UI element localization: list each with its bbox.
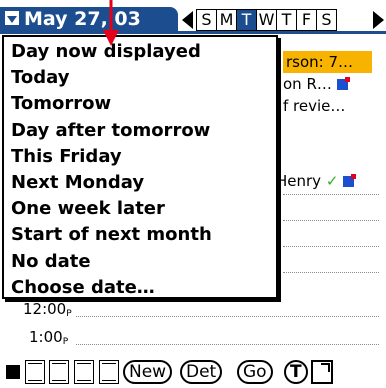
details-button[interactable]: Det <box>180 360 223 384</box>
annotation-arrow-icon <box>103 0 119 46</box>
weekday-sun[interactable]: S <box>196 9 217 31</box>
menu-item-day-now-displayed[interactable]: Day now displayed <box>11 39 276 65</box>
event-item[interactable]: on R… <box>283 73 350 95</box>
week-list-view-icon[interactable] <box>49 360 69 384</box>
menu-item-one-week-later[interactable]: One week later <box>11 196 276 222</box>
go-button[interactable]: Go <box>237 360 273 384</box>
menu-item-start-of-next-month[interactable]: Start of next month <box>11 222 276 248</box>
event-item[interactable]: f revie… <box>283 95 345 117</box>
time-text: 12:00 <box>23 300 67 318</box>
time-slot-line <box>283 194 379 195</box>
menu-item-choose-date[interactable]: Choose date… <box>11 275 276 301</box>
date-option-list: Day now displayed Today Tomorrow Day aft… <box>4 37 276 301</box>
event-text: on R… <box>283 75 332 93</box>
time-slot-line <box>76 316 379 317</box>
grid-lines <box>28 363 42 381</box>
menu-item-this-friday[interactable]: This Friday <box>11 144 276 170</box>
today-button[interactable]: T <box>284 360 308 384</box>
day-view-icon[interactable] <box>6 365 20 379</box>
time-slot-line <box>283 246 379 247</box>
weekday-selector: S M T W T F S <box>196 9 337 31</box>
menu-item-tomorrow[interactable]: Tomorrow <box>11 91 276 117</box>
note-icon[interactable] <box>311 360 333 384</box>
time-label-12pm[interactable]: 12:00P <box>23 300 72 319</box>
weekday-mon[interactable]: M <box>216 9 237 31</box>
note-icon[interactable] <box>343 174 357 187</box>
weekday-sat[interactable]: S <box>316 9 337 31</box>
time-suffix: P <box>66 309 72 319</box>
weekday-thu[interactable]: T <box>276 9 297 31</box>
agenda-view-icon[interactable] <box>99 360 119 384</box>
date-label: May 27, 03 <box>24 8 141 30</box>
month-view-icon[interactable] <box>74 360 94 384</box>
event-henry[interactable]: Henry ✓ <box>276 172 357 190</box>
menu-item-day-after-tomorrow[interactable]: Day after tomorrow <box>11 118 276 144</box>
time-label-1pm[interactable]: 1:00P <box>29 328 69 347</box>
weekday-fri[interactable]: F <box>296 9 317 31</box>
grid-lines <box>102 363 116 381</box>
grid-lines <box>77 363 91 381</box>
time-slot-line <box>283 220 379 221</box>
dropdown-icon <box>5 11 19 25</box>
time-slot-line <box>283 272 379 273</box>
next-week-arrow-icon[interactable] <box>373 11 384 29</box>
week-view-icon[interactable] <box>25 360 45 384</box>
weekday-tue-selected[interactable]: T <box>236 9 257 31</box>
note-icon[interactable] <box>336 77 350 90</box>
header-bar: May 27, 03 S M T W T F S <box>0 0 386 34</box>
time-suffix: P <box>62 337 69 347</box>
date-popup-menu: Day now displayed Today Tomorrow Day aft… <box>2 35 278 299</box>
header-divider <box>0 31 386 34</box>
menu-item-no-date[interactable]: No date <box>11 249 276 275</box>
new-button[interactable]: New <box>123 360 173 384</box>
previous-week-arrow-icon[interactable] <box>182 11 193 29</box>
event-highlighted[interactable]: rson: 7… <box>283 51 372 73</box>
checkmark-icon: ✓ <box>325 172 339 190</box>
time-text: 1:00 <box>29 328 63 346</box>
event-text: Henry <box>276 172 322 190</box>
weekday-wed[interactable]: W <box>256 9 277 31</box>
time-slot-line <box>76 344 379 345</box>
menu-item-next-monday[interactable]: Next Monday <box>11 170 276 196</box>
bottom-toolbar: New Det Go T <box>0 356 386 388</box>
menu-item-today[interactable]: Today <box>11 65 276 91</box>
date-selector-tab[interactable]: May 27, 03 <box>0 7 178 31</box>
grid-lines <box>52 363 66 381</box>
